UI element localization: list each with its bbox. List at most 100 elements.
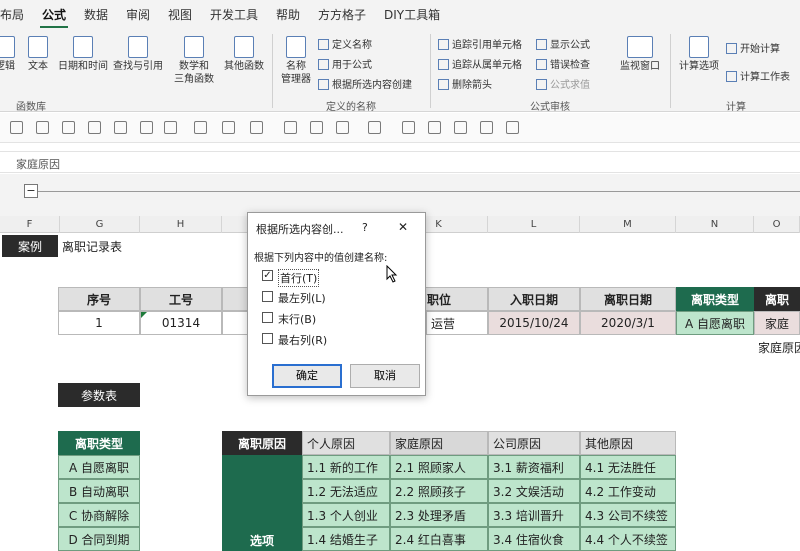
edit-icon[interactable] — [250, 121, 263, 134]
reason-cell[interactable]: 3.2 文娱活动 — [488, 479, 580, 503]
ok-button[interactable]: 确定 — [272, 364, 342, 388]
cell-id[interactable]: 01314 — [140, 311, 222, 335]
trace-precedents-button[interactable]: 追踪引用单元格 — [438, 36, 522, 51]
shape-icon[interactable] — [164, 121, 177, 134]
format-painter-icon[interactable] — [506, 121, 519, 134]
label-top-row[interactable]: 首行(T) — [278, 269, 320, 287]
calc-options-button[interactable]: 计算选项 — [676, 36, 722, 73]
reason-cell[interactable]: 2.1 照顾家人 — [390, 455, 488, 479]
reason-col-other[interactable]: 其他原因 — [580, 431, 676, 455]
lookup-reference-button[interactable]: 查找与引用 — [110, 36, 166, 73]
column-header-f[interactable]: F — [0, 216, 60, 233]
checkbox-right-column[interactable] — [262, 333, 273, 344]
column-header-o[interactable]: O — [754, 216, 800, 233]
outline-collapse-button[interactable]: − — [24, 184, 38, 198]
create-from-selection-button[interactable]: 根据所选内容创建 — [318, 76, 412, 91]
more-functions-button[interactable]: 其他函数 — [220, 36, 268, 73]
cell-seq[interactable]: 1 — [58, 311, 140, 335]
reason-cell[interactable]: 3.4 住宿伙食 — [488, 527, 580, 551]
label-left-column[interactable]: 最左列(L) — [278, 290, 326, 306]
paste-icon[interactable] — [88, 121, 101, 134]
insert-icon[interactable] — [194, 121, 207, 134]
cell-leave-type[interactable]: A 自愿离职 — [676, 311, 754, 335]
calc-now-button[interactable]: 开始计算 — [726, 40, 780, 55]
sort-icon[interactable] — [10, 121, 23, 134]
reason-cell[interactable]: 1.3 个人创业 — [302, 503, 390, 527]
checkbox-bottom-row[interactable] — [262, 312, 273, 323]
tab-help[interactable]: 帮助 — [276, 6, 300, 23]
reason-cell[interactable]: 4.1 无法胜任 — [580, 455, 676, 479]
cancel-button[interactable]: 取消 — [350, 364, 420, 388]
font-color-icon[interactable] — [368, 121, 381, 134]
selection-icon[interactable] — [114, 121, 127, 134]
define-name-button[interactable]: 定义名称 — [318, 36, 372, 51]
text-button[interactable]: 文本 — [24, 36, 52, 73]
column-header-h[interactable]: H — [140, 216, 222, 233]
crop-icon[interactable] — [402, 121, 415, 134]
trace-dependents-button[interactable]: 追踪从属单元格 — [438, 56, 522, 71]
clipboard-icon[interactable] — [428, 121, 441, 134]
use-in-formula-button[interactable]: 用于公式 — [318, 56, 372, 71]
copy-icon[interactable] — [62, 121, 75, 134]
column-header-g[interactable]: G — [60, 216, 140, 233]
tab-data[interactable]: 数据 — [84, 6, 108, 23]
cell-leave-date[interactable]: 2020/3/1 — [580, 311, 676, 335]
remove-arrows-button[interactable]: 删除箭头 — [438, 76, 492, 91]
date-time-button[interactable]: 日期和时间 — [56, 36, 110, 73]
cell-hire-date[interactable]: 2015/10/24 — [488, 311, 580, 335]
sort-az-icon[interactable] — [480, 121, 493, 134]
column-header-m[interactable]: M — [580, 216, 676, 233]
calc-sheet-button[interactable]: 计算工作表 — [726, 68, 790, 83]
tab-layout[interactable]: 布局 — [0, 6, 24, 23]
tab-view[interactable]: 视图 — [168, 6, 192, 23]
type-item-a[interactable]: A 自愿离职 — [58, 455, 140, 479]
pointer-icon[interactable] — [140, 121, 153, 134]
reason-cell[interactable]: 1.4 结婚生子 — [302, 527, 390, 551]
checkbox-left-column[interactable] — [262, 291, 273, 302]
close-button[interactable]: ✕ — [398, 220, 408, 234]
tab-fangfang[interactable]: 方方格子 — [318, 6, 366, 23]
column-header-l[interactable]: L — [488, 216, 580, 233]
paste-special-icon[interactable] — [454, 121, 467, 134]
cell-position[interactable]: 运营 — [426, 311, 488, 335]
fill-color-icon[interactable] — [336, 121, 349, 134]
type-item-b[interactable]: B 自动离职 — [58, 479, 140, 503]
type-item-d[interactable]: D 合同到期 — [58, 527, 140, 551]
checkbox-top-row[interactable]: ✓ — [262, 270, 273, 281]
error-checking-button[interactable]: 错误检查 — [536, 56, 590, 71]
show-formulas-button[interactable]: 显示公式 — [536, 36, 590, 51]
reason-cell[interactable]: 1.2 无法适应 — [302, 479, 390, 503]
formula-bar[interactable]: 家庭原因 — [0, 151, 800, 173]
reason-cell[interactable]: 4.3 公司不续签 — [580, 503, 676, 527]
help-button[interactable]: ? — [362, 221, 368, 234]
logical-button[interactable]: 逻辑 — [0, 36, 18, 73]
label-right-column[interactable]: 最右列(R) — [278, 332, 327, 348]
reason-col-family[interactable]: 家庭原因 — [390, 431, 488, 455]
reason-col-company[interactable]: 公司原因 — [488, 431, 580, 455]
reason-cell[interactable]: 2.4 红白喜事 — [390, 527, 488, 551]
label-bottom-row[interactable]: 末行(B) — [278, 311, 316, 327]
type-item-c[interactable]: C 协商解除 — [58, 503, 140, 527]
column-header-n[interactable]: N — [676, 216, 754, 233]
group-icon[interactable] — [36, 121, 49, 134]
reason-col-personal[interactable]: 个人原因 — [302, 431, 390, 455]
reason-cell[interactable]: 3.3 培训晋升 — [488, 503, 580, 527]
reason-cell[interactable]: 2.3 处理矛盾 — [390, 503, 488, 527]
cell-leave-reason[interactable]: 家庭 — [754, 311, 800, 335]
reason-cell[interactable]: 4.2 工作变动 — [580, 479, 676, 503]
tab-review[interactable]: 审阅 — [126, 6, 150, 23]
delete-icon[interactable] — [222, 121, 235, 134]
tab-diy-toolbox[interactable]: DIY工具箱 — [384, 6, 440, 23]
reason-cell[interactable]: 1.1 新的工作 — [302, 455, 390, 479]
evaluate-formula-button[interactable]: 公式求值 — [536, 76, 590, 91]
name-manager-button[interactable]: 名称 管理器 — [278, 36, 314, 86]
tab-formulas[interactable]: 公式 — [42, 6, 66, 23]
watch-window-button[interactable]: 监视窗口 — [614, 36, 666, 73]
reason-cell[interactable]: 4.4 个人不续签 — [580, 527, 676, 551]
brush-icon[interactable] — [310, 121, 323, 134]
cell-hidden[interactable] — [222, 311, 248, 335]
textbox-icon[interactable] — [284, 121, 297, 134]
reason-cell[interactable]: 3.1 薪资福利 — [488, 455, 580, 479]
math-trig-button[interactable]: 数学和 三角函数 — [166, 36, 222, 86]
tab-developer[interactable]: 开发工具 — [210, 6, 258, 23]
